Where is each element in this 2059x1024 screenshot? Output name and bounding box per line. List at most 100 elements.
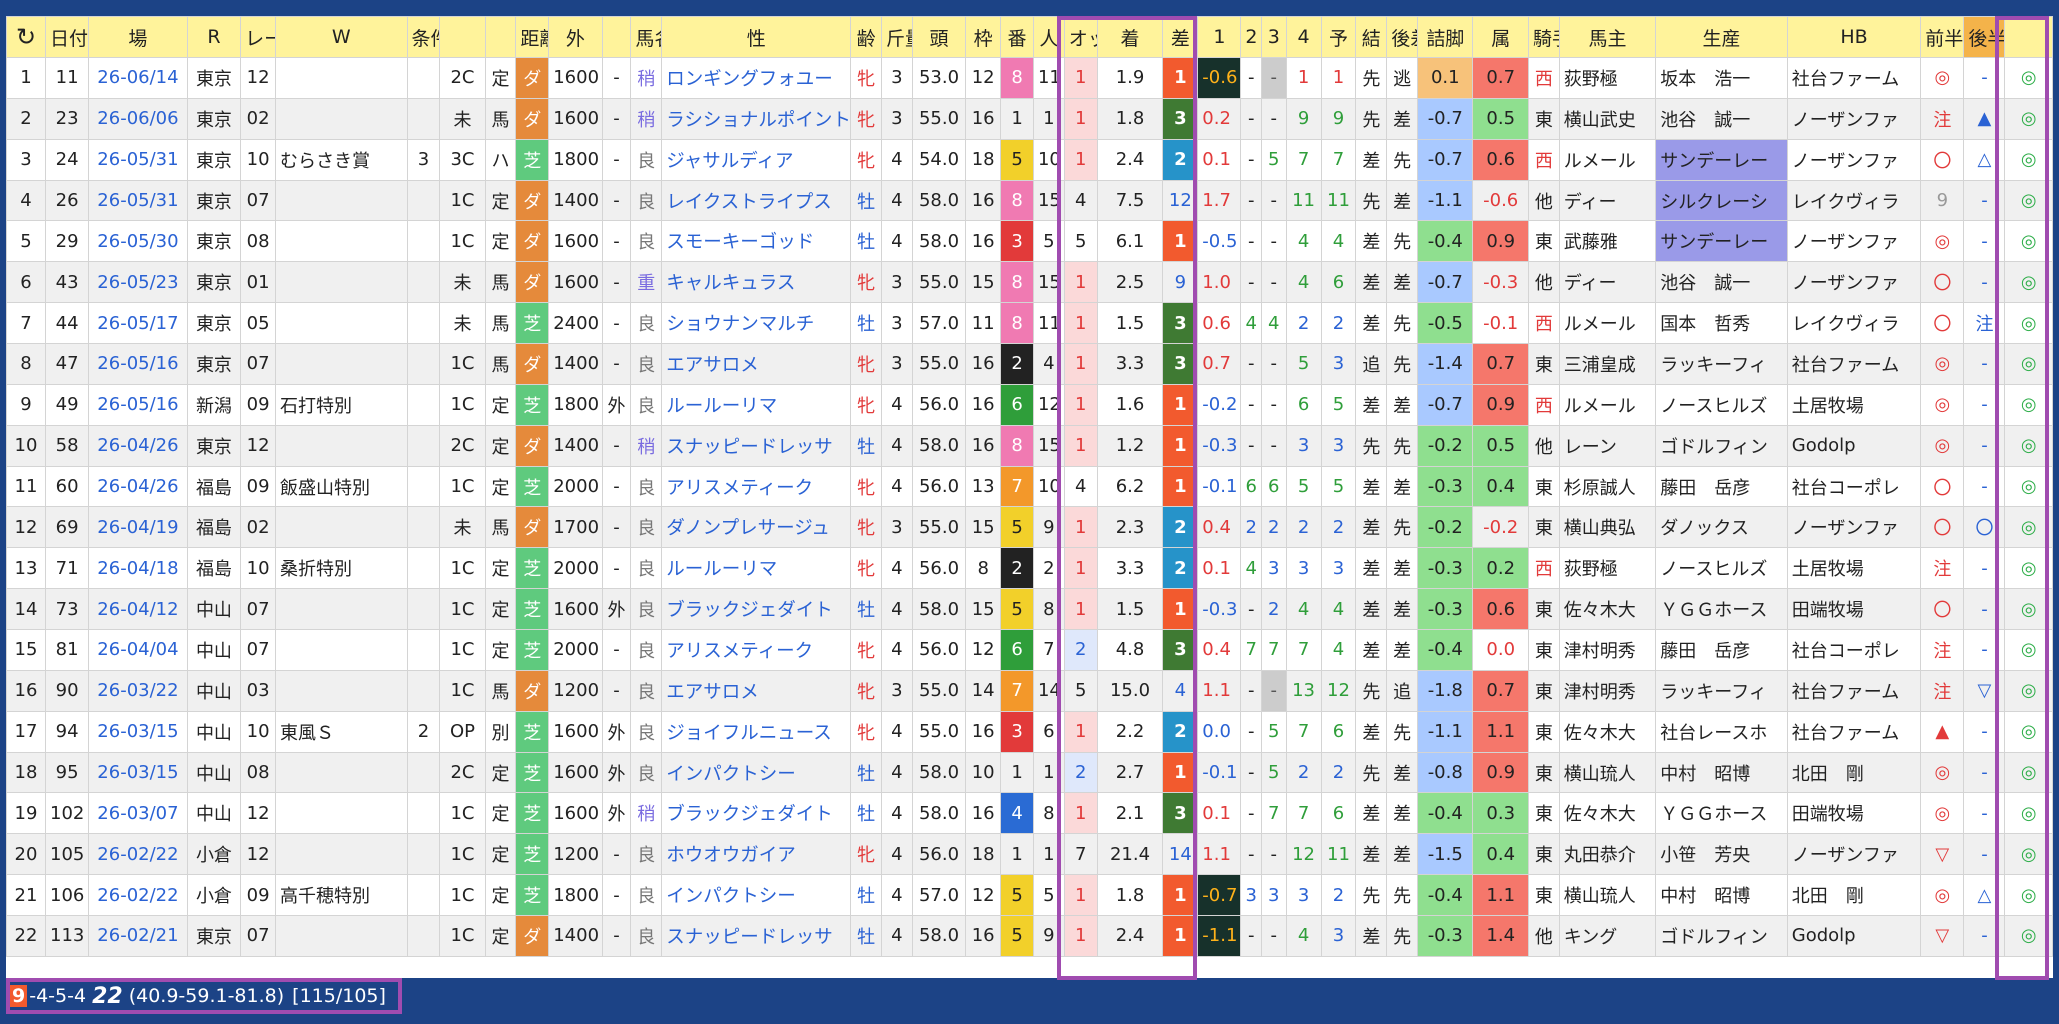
- horse-name-link[interactable]: ルールーリマ: [661, 547, 852, 590]
- column-header[interactable]: 斤量: [881, 16, 913, 58]
- refresh-icon[interactable]: ↻: [6, 16, 47, 58]
- table-row[interactable]: 14 73 26-04/12 中山 07 1C 定芝 1600 外良ブラックジェダイト牡 4 58.…: [6, 588, 2053, 631]
- race-date-link[interactable]: 26-05/16: [88, 383, 188, 426]
- horse-name-link[interactable]: ルールーリマ: [661, 383, 852, 426]
- column-header[interactable]: 人: [1032, 16, 1065, 58]
- race-date-link[interactable]: 26-03/07: [88, 792, 188, 835]
- table-row[interactable]: 18 95 26-03/15 中山 08 2C 定芝 1600 外良インパクトシー牡 4 58.0 1…: [6, 751, 2053, 794]
- table-row[interactable]: 20 105 26-02/22 小倉 12 1C 定芝 1200- 良ホウオウガイア牝 4 56.0…: [6, 833, 2053, 876]
- race-date-link[interactable]: 26-02/22: [88, 874, 188, 917]
- race-date-link[interactable]: 26-05/17: [88, 302, 188, 345]
- table-row[interactable]: 22 113 26-02/21 東京 07 1C 定ダ 1400- 良スナッピードレッサ牡 4 58…: [6, 915, 2053, 957]
- column-header[interactable]: 距離: [515, 16, 550, 58]
- race-date-link[interactable]: 26-05/23: [88, 261, 188, 304]
- column-header[interactable]: 差: [1162, 16, 1199, 58]
- table-row[interactable]: 2 23 26-06/06 東京 02 未馬ダ 1600- 稍ラシショナルポイント牝 3 55.0…: [6, 97, 2053, 140]
- column-header[interactable]: 1: [1197, 16, 1242, 58]
- table-row[interactable]: 21 106 26-02/22 小倉 09 高千穂特別 1C 定芝 1800- 良インパクトシー牡…: [6, 874, 2053, 917]
- horse-name-link[interactable]: エアサロメ: [661, 669, 852, 712]
- race-date-link[interactable]: 26-04/26: [88, 424, 188, 467]
- horse-name-link[interactable]: キャルキュラス: [661, 261, 852, 304]
- table-row[interactable]: 13 71 26-04/18 福島 10 桑折特別 1C 定芝 2000- 良ルールーリマ牝 4 56…: [6, 547, 2053, 590]
- race-date-link[interactable]: 26-03/15: [88, 751, 188, 794]
- race-date-link[interactable]: 26-04/18: [88, 547, 188, 590]
- column-header[interactable]: [484, 16, 517, 58]
- race-date-link[interactable]: 26-04/04: [88, 629, 188, 671]
- horse-name-link[interactable]: レイクストライプス: [661, 179, 852, 222]
- table-row[interactable]: 5 29 26-05/30 東京 08 1C 定ダ 1600- 良スモーキーゴッド牡 4 58.0 1…: [6, 220, 2053, 263]
- horse-name-link[interactable]: ブラックジェダイト: [661, 792, 852, 835]
- table-row[interactable]: 11 60 26-04/26 福島 09 飯盛山特別 1C 定芝 2000- 良アリスメティーク牝…: [6, 465, 2053, 508]
- race-date-link[interactable]: 26-06/06: [88, 97, 188, 140]
- column-header[interactable]: 場: [88, 16, 188, 58]
- column-header[interactable]: 馬名: [630, 16, 663, 58]
- column-header[interactable]: 生産: [1655, 16, 1788, 58]
- column-header[interactable]: 頭: [911, 16, 967, 58]
- column-header[interactable]: レース名: [240, 16, 277, 58]
- column-header[interactable]: 前半: [1920, 16, 1965, 58]
- race-date-link[interactable]: 26-05/31: [88, 179, 188, 222]
- horse-name-link[interactable]: アリスメティーク: [661, 465, 852, 508]
- column-header[interactable]: 日付: [45, 16, 90, 58]
- column-header[interactable]: 騎手: [1527, 16, 1560, 58]
- table-row[interactable]: 7 44 26-05/17 東京 05 未馬芝 2400- 良ショウナンマルチ牡 3 57.0 11…: [6, 302, 2053, 345]
- column-header[interactable]: 馬主: [1558, 16, 1657, 58]
- column-header[interactable]: 4: [1285, 16, 1322, 58]
- column-header[interactable]: HB: [1786, 16, 1922, 58]
- horse-name-link[interactable]: ラシショナルポイント: [661, 97, 852, 140]
- race-date-link[interactable]: 26-06/14: [88, 57, 188, 99]
- column-header[interactable]: オッズ: [1063, 16, 1098, 58]
- column-header[interactable]: 属: [1472, 16, 1529, 58]
- race-date-link[interactable]: 26-04/26: [88, 465, 188, 508]
- race-date-link[interactable]: 26-04/19: [88, 506, 188, 549]
- column-header[interactable]: 後差: [1386, 16, 1419, 58]
- column-header[interactable]: 性: [661, 16, 852, 58]
- race-date-link[interactable]: 26-05/30: [88, 220, 188, 263]
- table-row[interactable]: 8 47 26-05/16 東京 07 1C 馬ダ 1400- 良エアサロメ牝 3 55.0 16 2 4…: [6, 343, 2053, 385]
- race-date-link[interactable]: 26-04/12: [88, 588, 188, 631]
- horse-name-link[interactable]: ロンギングフォユー: [661, 57, 852, 99]
- table-row[interactable]: 9 49 26-05/16 新潟 09 石打特別 1C 定芝 1800 外良ルールーリマ牝 4 56.…: [6, 383, 2053, 426]
- race-date-link[interactable]: 26-03/15: [88, 710, 188, 753]
- column-header[interactable]: W: [275, 16, 408, 58]
- table-row[interactable]: 12 69 26-04/19 福島 02 未馬ダ 1700- 良ダノンプレサージュ牝 3 55.0…: [6, 506, 2053, 549]
- column-header[interactable]: 着: [1096, 16, 1164, 58]
- horse-name-link[interactable]: スナッピードレッサ: [661, 424, 852, 467]
- horse-name-link[interactable]: ショウナンマルチ: [661, 302, 852, 345]
- horse-name-link[interactable]: スモーキーゴッド: [661, 220, 852, 263]
- race-date-link[interactable]: 26-03/22: [88, 669, 188, 712]
- horse-name-link[interactable]: ダノンプレサージュ: [661, 506, 852, 549]
- horse-name-link[interactable]: ホウオウガイア: [661, 833, 852, 876]
- column-header[interactable]: 後半: [1963, 16, 2006, 58]
- column-header[interactable]: 枠: [965, 16, 1002, 58]
- horse-name-link[interactable]: インパクトシー: [661, 874, 852, 917]
- table-row[interactable]: 4 26 26-05/31 東京 07 1C 定ダ 1400- 良レイクストライプス牡 4 58.0…: [6, 179, 2053, 222]
- column-header[interactable]: 結: [1355, 16, 1388, 58]
- race-date-link[interactable]: 26-05/16: [88, 343, 188, 385]
- column-header[interactable]: 外: [548, 16, 603, 58]
- table-row[interactable]: 19 102 26-03/07 中山 12 1C 定芝 1600 外稍ブラックジェダイト牡 4 58…: [6, 792, 2053, 835]
- horse-name-link[interactable]: エアサロメ: [661, 343, 852, 385]
- table-row[interactable]: 15 81 26-04/04 中山 07 1C 定芝 2000- 良アリスメティーク牝 4 56.0…: [6, 629, 2053, 671]
- race-date-link[interactable]: 26-02/21: [88, 915, 188, 957]
- column-header[interactable]: [2004, 16, 2053, 58]
- horse-name-link[interactable]: スナッピードレッサ: [661, 915, 852, 957]
- horse-name-link[interactable]: ブラックジェダイト: [661, 588, 852, 631]
- race-date-link[interactable]: 26-02/22: [88, 833, 188, 876]
- table-row[interactable]: 3 24 26-05/31 東京 10 むらさき賞 3 3C ハ芝 1800- 良ジャサルディア牝 4…: [6, 138, 2053, 181]
- column-header[interactable]: [439, 16, 486, 58]
- column-header[interactable]: 番: [1000, 16, 1034, 58]
- table-row[interactable]: 10 58 26-04/26 東京 12 2C 定ダ 1400- 稍スナッピードレッサ牡 4 58.…: [6, 424, 2053, 467]
- horse-name-link[interactable]: ジョイフルニュース: [661, 710, 852, 753]
- column-header[interactable]: 2: [1240, 16, 1262, 58]
- table-row[interactable]: 16 90 26-03/22 中山 03 1C 馬ダ 1200- 良エアサロメ牝 3 55.0 14 7…: [6, 669, 2053, 712]
- column-header[interactable]: 詰脚: [1417, 16, 1474, 58]
- table-row[interactable]: 6 43 26-05/23 東京 01 未馬ダ 1600- 重キャルキュラス牝 3 55.0 15 8…: [6, 261, 2053, 304]
- column-header[interactable]: 条件: [406, 16, 441, 58]
- column-header[interactable]: [601, 16, 632, 58]
- horse-name-link[interactable]: インパクトシー: [661, 751, 852, 794]
- race-date-link[interactable]: 26-05/31: [88, 138, 188, 181]
- column-header[interactable]: R: [186, 16, 242, 58]
- column-header[interactable]: 3: [1260, 16, 1287, 58]
- table-row[interactable]: 17 94 26-03/15 中山 10 東風Ｓ 2 OP 別芝 1600 外良ジョイフルニュース牝…: [6, 710, 2053, 753]
